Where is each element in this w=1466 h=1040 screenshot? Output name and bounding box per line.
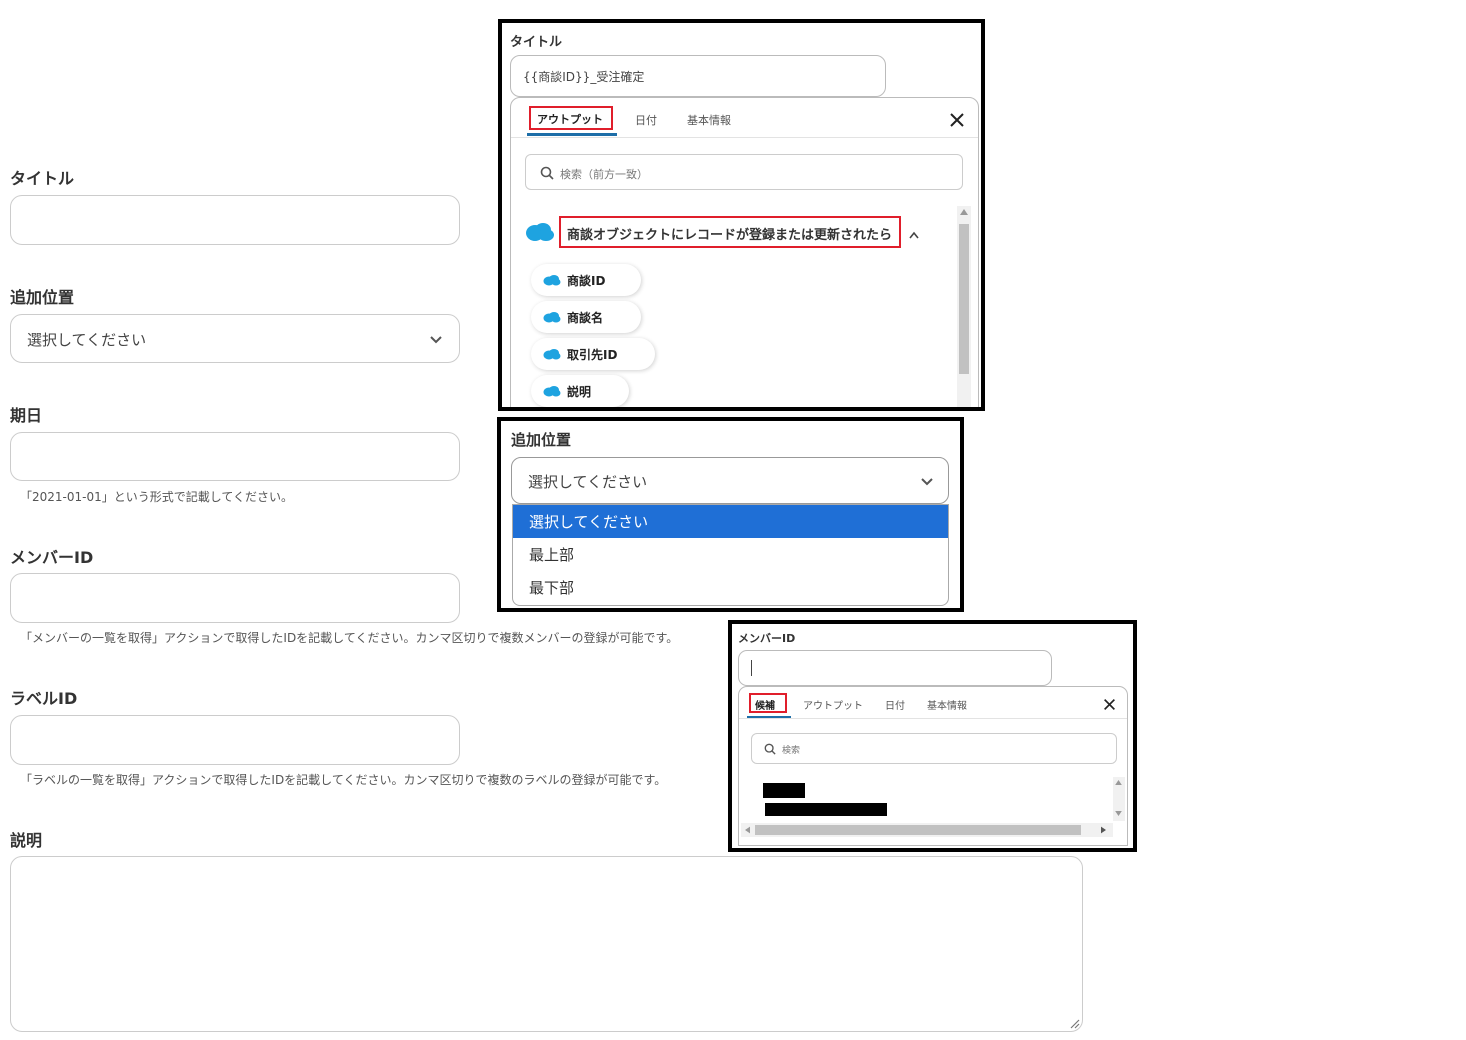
tab-date[interactable]: 日付: [885, 697, 905, 712]
variable-chip-label: 商談名: [567, 311, 604, 325]
scrollbar-thumb[interactable]: [755, 825, 1081, 835]
candidate-search-input[interactable]: 検索: [751, 733, 1117, 764]
candidate-search-placeholder: 検索: [782, 746, 801, 756]
variable-chip[interactable]: 取引先ID: [531, 338, 655, 370]
position-dropdown-list: 選択してください 最上部 最下部: [512, 504, 949, 606]
variable-chip-label: 取引先ID: [567, 348, 618, 362]
candidate-picker-panel: 候補 アウトプット 日付 基本情報 検索: [738, 686, 1128, 846]
title-popup-screenshot: タイトル {{商談ID}}_受注確定 アウトプット 日付 基本情報 検索（前方一…: [498, 19, 985, 411]
salesforce-cloud-icon: [543, 349, 561, 360]
salesforce-cloud-icon: [543, 312, 561, 323]
popup-position-label: 追加位置: [511, 431, 572, 449]
scroll-down-arrow-icon[interactable]: [1115, 811, 1122, 816]
label-id-hint: 「ラベルの一覧を取得」アクションで取得したIDを記載してください。カンマ区切りで…: [20, 773, 667, 787]
close-icon[interactable]: [949, 112, 965, 128]
redacted-candidate-id: [765, 803, 887, 816]
tab-date[interactable]: 日付: [635, 112, 657, 128]
chevron-down-icon: [430, 336, 442, 344]
description-textarea[interactable]: [10, 856, 1083, 1032]
variable-chip-label: 商談ID: [567, 274, 606, 288]
position-dropdown-screenshot: 追加位置 選択してください 選択してください 最上部 最下部: [497, 417, 964, 612]
popup-title-input[interactable]: {{商談ID}}_受注確定: [510, 55, 886, 97]
variable-chip[interactable]: 説明: [531, 375, 629, 407]
tab-candidates[interactable]: 候補: [755, 697, 775, 712]
picker-search-placeholder: 検索（前方一致）: [560, 168, 648, 181]
vertical-scrollbar[interactable]: [957, 206, 971, 407]
redacted-candidate-name: [763, 783, 805, 798]
popup-title-label: タイトル: [510, 35, 563, 50]
position-select-value: 選択してください: [27, 331, 147, 349]
variable-chip[interactable]: 商談名: [531, 301, 641, 333]
popup-member-label: メンバーID: [738, 632, 796, 645]
member-id-popup-screenshot: メンバーID 候補 アウトプット 日付 基本情報 検索: [728, 620, 1137, 852]
salesforce-cloud-icon: [543, 275, 561, 286]
popup-title-value: {{商談ID}}_受注確定: [523, 70, 645, 84]
position-select[interactable]: 選択してください: [10, 314, 460, 363]
title-input[interactable]: [10, 195, 460, 245]
tab-output[interactable]: アウトプット: [537, 111, 603, 127]
scroll-right-arrow-icon[interactable]: [1101, 826, 1106, 834]
member-id-hint: 「メンバーの一覧を取得」アクションで取得したIDを記載してください。カンマ区切り…: [20, 631, 679, 645]
scroll-left-arrow-icon[interactable]: [745, 826, 750, 834]
tab-basic-info[interactable]: 基本情報: [687, 112, 731, 128]
scroll-up-arrow-icon[interactable]: [960, 209, 968, 215]
popup-member-input[interactable]: [738, 650, 1052, 686]
label-id-input[interactable]: [10, 715, 460, 765]
option-select-prompt[interactable]: 選択してください: [513, 505, 948, 538]
due-date-hint: 「2021-01-01」という形式で記載してください。: [20, 490, 294, 504]
due-date-input[interactable]: [10, 432, 460, 481]
scroll-up-arrow-icon[interactable]: [1115, 780, 1122, 785]
trigger-section-header[interactable]: 商談オブジェクトにレコードが登録または更新されたら: [567, 224, 892, 243]
title-label: タイトル: [10, 169, 75, 188]
variable-chip-label: 説明: [567, 385, 592, 399]
search-icon: [764, 743, 776, 755]
description-label: 説明: [10, 831, 43, 850]
tab-output[interactable]: アウトプット: [803, 697, 863, 712]
active-tab-underline: [527, 133, 617, 136]
variable-picker-panel: アウトプット 日付 基本情報 検索（前方一致） 商談オブジェクトにレコードが登録…: [510, 97, 979, 407]
search-icon: [540, 166, 554, 180]
resize-grip-icon[interactable]: [1068, 1017, 1080, 1029]
picker-tabs: 候補 アウトプット 日付 基本情報: [739, 687, 1127, 719]
chevron-down-icon: [921, 478, 933, 486]
text-caret: [751, 660, 752, 676]
member-id-label: メンバーID: [10, 548, 94, 567]
option-bottom[interactable]: 最下部: [513, 571, 948, 604]
label-id-label: ラベルID: [10, 689, 78, 708]
active-tab-underline: [747, 716, 791, 718]
variable-chip[interactable]: 商談ID: [531, 264, 641, 296]
popup-position-value: 選択してください: [528, 473, 648, 491]
chevron-up-icon[interactable]: [909, 231, 919, 239]
picker-search-input[interactable]: 検索（前方一致）: [525, 154, 963, 190]
close-icon[interactable]: [1103, 698, 1116, 711]
salesforce-cloud-icon: [526, 223, 554, 241]
option-top[interactable]: 最上部: [513, 538, 948, 571]
due-date-label: 期日: [10, 406, 43, 425]
member-id-input[interactable]: [10, 573, 460, 623]
scrollbar-thumb[interactable]: [959, 224, 969, 374]
horizontal-scrollbar[interactable]: [741, 823, 1113, 837]
vertical-scrollbar[interactable]: [1113, 777, 1125, 821]
salesforce-cloud-icon: [543, 386, 561, 397]
picker-tabs: アウトプット 日付 基本情報: [511, 98, 978, 138]
tab-basic-info[interactable]: 基本情報: [927, 697, 967, 712]
position-label: 追加位置: [10, 288, 75, 307]
popup-position-select[interactable]: 選択してください: [511, 457, 949, 504]
